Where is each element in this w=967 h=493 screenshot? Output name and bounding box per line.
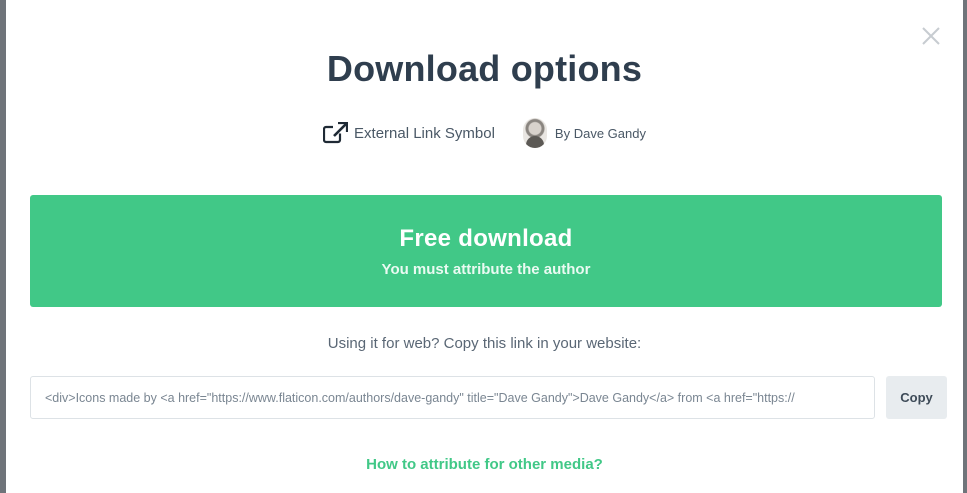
icon-name[interactable]: External Link Symbol [323,122,495,144]
external-link-icon [323,122,349,144]
web-embed-note: Using it for web? Copy this link in your… [327,335,642,352]
icon-meta-row: External Link Symbol By Dave Gandy [6,118,963,148]
copy-button[interactable]: Copy [886,376,947,419]
avatar [522,118,547,148]
attribution-requirement: You must attribute the author [381,261,591,278]
free-download-label: Free download [399,225,573,252]
author-label: By Dave Gandy [554,125,646,141]
modal-title: Download options [326,48,643,89]
icon-name-label: External Link Symbol [354,124,495,142]
embed-code-field[interactable] [30,376,875,419]
close-button[interactable] [919,24,943,48]
free-download-button[interactable]: Free download You must attribute the aut… [30,195,942,307]
download-options-modal: Download options External Link Symbol By… [6,0,963,493]
author-link[interactable]: By Dave Gandy [522,118,646,148]
attribution-help-link[interactable]: How to attribute for other media? [6,456,963,473]
close-icon [922,27,940,45]
